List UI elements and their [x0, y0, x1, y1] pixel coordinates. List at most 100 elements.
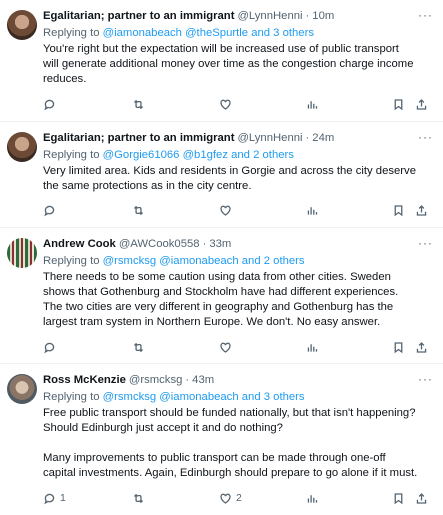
- reply-button[interactable]: [43, 203, 60, 217]
- replying-to-label: Replying to: [43, 391, 103, 403]
- share-icon: [416, 492, 427, 504]
- timestamp[interactable]: 24m: [312, 131, 334, 146]
- like-button[interactable]: [219, 203, 236, 217]
- timestamp[interactable]: 43m: [192, 373, 214, 388]
- author-handle[interactable]: @rsmcksg: [129, 373, 183, 388]
- replying-to-label: Replying to: [43, 255, 103, 267]
- tweet-header: Ross McKenzie @rsmcksg · 43m: [43, 373, 433, 388]
- share-button[interactable]: [415, 340, 428, 354]
- replying-to-label: Replying to: [43, 27, 103, 39]
- views-button[interactable]: [306, 491, 319, 505]
- tweet-text: You're right but the expectation will be…: [43, 43, 414, 85]
- more-options-icon[interactable]: ···: [418, 237, 433, 249]
- bookmark-button[interactable]: [392, 340, 405, 354]
- reply-icon: [44, 493, 55, 504]
- tweet[interactable]: Ross McKenzie @rsmcksg · 43m ··· Replyin…: [0, 364, 443, 515]
- tweet-actions: 1 2: [43, 491, 431, 505]
- like-count: 2: [236, 492, 242, 504]
- views-icon: [307, 494, 318, 503]
- views-button[interactable]: [306, 203, 319, 217]
- replying-to-links[interactable]: @rsmcksg @iamonabeach and 2 others: [103, 255, 305, 267]
- share-icon: [416, 98, 427, 110]
- replying-to-links[interactable]: @rsmcksg @iamonabeach and 3 others: [103, 391, 305, 403]
- separator-dot: ·: [185, 374, 190, 386]
- tweet[interactable]: Egalitarian; partner to an immigrant @Ly…: [0, 122, 443, 228]
- separator-dot: ·: [305, 132, 310, 144]
- bookmark-icon: [394, 341, 403, 353]
- tweet-text: Free public transport should be funded n…: [43, 407, 418, 479]
- replying-to: Replying to @Gorgie61066 @b1gfez and 2 o…: [43, 148, 433, 163]
- share-icon: [416, 341, 427, 353]
- tweet-text: Very limited area. Kids and residents in…: [43, 165, 416, 192]
- retweet-button[interactable]: [132, 97, 145, 111]
- avatar[interactable]: [7, 374, 37, 404]
- author-handle[interactable]: @LynnHenni: [237, 9, 302, 24]
- reply-button[interactable]: [43, 340, 60, 354]
- replying-to-links[interactable]: @iamonabeach @theSpurtle and 3 others: [103, 27, 314, 39]
- views-icon: [307, 100, 318, 109]
- like-button[interactable]: 2: [219, 491, 242, 505]
- timestamp[interactable]: 33m: [209, 237, 231, 252]
- author-name[interactable]: Andrew Cook: [43, 237, 116, 252]
- reply-icon: [44, 99, 55, 110]
- tweet[interactable]: Andrew Cook @AWCook0558 · 33m ··· Replyi…: [0, 228, 443, 364]
- views-button[interactable]: [306, 340, 319, 354]
- replying-to: Replying to @iamonabeach @theSpurtle and…: [43, 26, 433, 41]
- replying-to: Replying to @rsmcksg @iamonabeach and 3 …: [43, 390, 433, 405]
- timestamp[interactable]: 10m: [312, 9, 334, 24]
- bookmark-icon: [394, 98, 403, 110]
- reply-button[interactable]: 1: [43, 491, 66, 505]
- like-icon: [220, 342, 231, 353]
- separator-dot: ·: [202, 238, 207, 250]
- tweet-header: Egalitarian; partner to an immigrant @Ly…: [43, 131, 433, 146]
- retweet-icon: [133, 342, 144, 352]
- like-button[interactable]: [219, 340, 236, 354]
- replying-to-label: Replying to: [43, 149, 103, 161]
- reply-icon: [44, 205, 55, 216]
- author-name[interactable]: Egalitarian; partner to an immigrant: [43, 9, 234, 24]
- replying-to: Replying to @rsmcksg @iamonabeach and 2 …: [43, 254, 433, 269]
- avatar[interactable]: [7, 10, 37, 40]
- share-button[interactable]: [415, 203, 428, 217]
- bookmark-button[interactable]: [392, 491, 405, 505]
- bookmark-button[interactable]: [392, 203, 405, 217]
- more-options-icon[interactable]: ···: [418, 9, 433, 21]
- tweet-text: There needs to be some caution using dat…: [43, 271, 399, 328]
- author-handle[interactable]: @AWCook0558: [119, 237, 200, 252]
- retweet-icon: [133, 99, 144, 109]
- tweet[interactable]: Egalitarian; partner to an immigrant @Ly…: [0, 0, 443, 122]
- avatar[interactable]: [7, 132, 37, 162]
- bookmark-icon: [394, 492, 403, 504]
- retweet-button[interactable]: [132, 203, 145, 217]
- like-icon: [220, 493, 231, 504]
- tweet-actions: [43, 340, 431, 354]
- share-button[interactable]: [415, 491, 428, 505]
- retweet-button[interactable]: [132, 340, 145, 354]
- replying-to-links[interactable]: @Gorgie61066 @b1gfez and 2 others: [103, 149, 294, 161]
- separator-dot: ·: [305, 10, 310, 22]
- views-icon: [307, 343, 318, 352]
- more-options-icon[interactable]: ···: [418, 373, 433, 385]
- like-button[interactable]: [219, 97, 236, 111]
- retweet-icon: [133, 493, 144, 503]
- views-button[interactable]: [306, 97, 319, 111]
- reply-feed: Egalitarian; partner to an immigrant @Ly…: [0, 0, 443, 515]
- more-options-icon[interactable]: ···: [418, 131, 433, 143]
- retweet-button[interactable]: [132, 491, 145, 505]
- author-handle[interactable]: @LynnHenni: [237, 131, 302, 146]
- reply-button[interactable]: [43, 97, 60, 111]
- reply-icon: [44, 342, 55, 353]
- author-name[interactable]: Ross McKenzie: [43, 373, 126, 388]
- avatar[interactable]: [7, 238, 37, 268]
- tweet-actions: [43, 97, 431, 111]
- tweet-header: Egalitarian; partner to an immigrant @Ly…: [43, 9, 433, 24]
- views-icon: [307, 206, 318, 215]
- tweet-header: Andrew Cook @AWCook0558 · 33m: [43, 237, 433, 252]
- share-button[interactable]: [415, 97, 428, 111]
- like-icon: [220, 205, 231, 216]
- bookmark-button[interactable]: [392, 97, 405, 111]
- tweet-actions: [43, 203, 431, 217]
- author-name[interactable]: Egalitarian; partner to an immigrant: [43, 131, 234, 146]
- like-icon: [220, 99, 231, 110]
- retweet-icon: [133, 205, 144, 215]
